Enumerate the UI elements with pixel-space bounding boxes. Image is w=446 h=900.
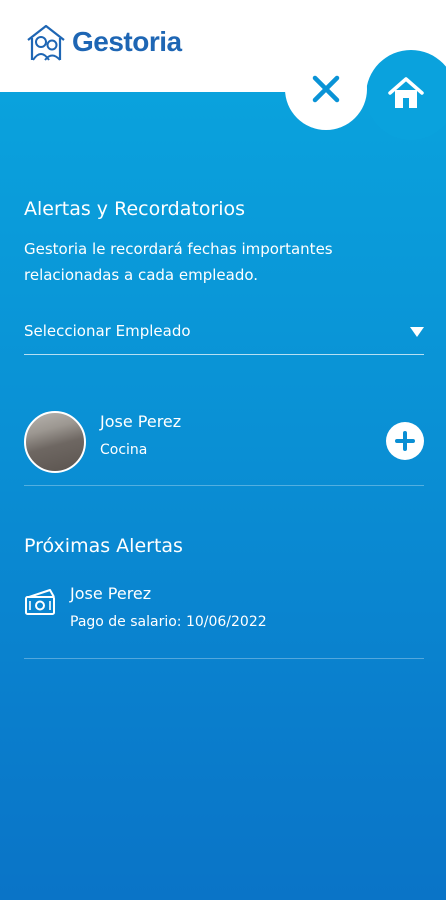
- close-icon: [312, 75, 340, 103]
- logo-text: Gestoria: [72, 26, 182, 57]
- plus-icon: [395, 431, 415, 451]
- alerts-divider: [24, 658, 424, 659]
- employee-select[interactable]: Seleccionar Empleado: [24, 316, 424, 355]
- page-title: Alertas y Recordatorios: [24, 198, 246, 220]
- money-icon: [25, 589, 55, 615]
- employee-select-label: Seleccionar Empleado: [24, 322, 191, 340]
- close-button[interactable]: [285, 48, 367, 130]
- upcoming-alerts-title: Próximas Alertas: [24, 535, 183, 557]
- employee-divider: [24, 485, 424, 486]
- home-icon[interactable]: [387, 75, 425, 111]
- alert-employee-name: Jose Perez: [70, 584, 152, 603]
- app-logo: Gestoria: [24, 20, 182, 64]
- employee-name: Jose Perez: [100, 412, 182, 431]
- employee-avatar: [24, 411, 86, 473]
- logo-icon: [27, 24, 65, 61]
- alert-detail: Pago de salario: 10/06/2022: [70, 614, 267, 630]
- page-description: Gestoria le recordará fechas importantes…: [24, 240, 333, 284]
- employee-role: Cocina: [100, 442, 148, 458]
- chevron-down-icon: [410, 327, 424, 337]
- add-alert-button[interactable]: [386, 422, 424, 460]
